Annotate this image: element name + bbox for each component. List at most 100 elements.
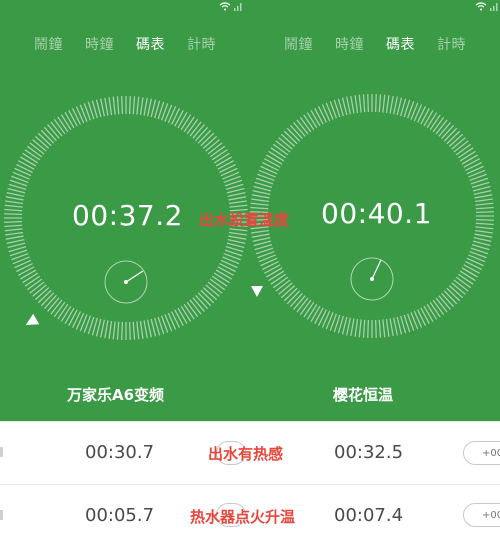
dial-tick (22, 152, 39, 164)
dial-tick (382, 319, 386, 338)
dial-tick (296, 297, 309, 313)
dial-tick (396, 316, 403, 335)
dial-tick (451, 282, 466, 295)
dial-tick (32, 139, 47, 152)
dial-tick (358, 94, 362, 113)
dial-tick (143, 320, 148, 339)
dial-tick (474, 194, 493, 199)
dial-tick (345, 317, 352, 336)
dial-tick (420, 107, 430, 125)
dial-tick (24, 149, 41, 161)
overlay-ignition-heating: 热水器点火升温 (190, 508, 296, 526)
elapsed-time: 00:40.1 (321, 197, 432, 230)
elapsed-time: 00:37.2 (72, 199, 183, 232)
dial-tick (461, 267, 478, 278)
lap-row: 00:05.7 热水器点火升温 00:07.4 +00 (0, 485, 500, 533)
dial-tick (289, 124, 303, 140)
dial-tick (71, 311, 81, 328)
dial-tick (24, 275, 41, 287)
dial-tick (202, 287, 218, 301)
dial-tick (314, 307, 324, 325)
dial-tick (459, 150, 476, 162)
dial-tick (392, 96, 399, 115)
dial-tick (121, 96, 124, 115)
dial-tick (189, 299, 202, 315)
dial-tick (40, 129, 55, 144)
dial-tick (226, 187, 245, 194)
dial-tick (217, 160, 235, 170)
dial-tick (306, 303, 318, 320)
play-triangle-icon[interactable] (251, 286, 263, 297)
dial-tick (374, 319, 377, 338)
dial-tick (228, 196, 247, 201)
dial-tick (177, 307, 188, 324)
dial-tick (317, 106, 327, 123)
dial-tick (60, 305, 72, 322)
dial-tick (50, 121, 63, 137)
dial-tick (34, 135, 50, 149)
dial-tick (438, 295, 451, 310)
dial-tick (270, 147, 287, 159)
lap-pill-right[interactable]: +00 (463, 503, 500, 527)
dial-tick (213, 152, 230, 164)
dial-tick (475, 222, 494, 226)
dial-tick (5, 200, 24, 205)
dial-tick (446, 287, 461, 302)
dial-tick (310, 110, 321, 127)
dial-tick (268, 270, 285, 282)
dial-tick (5, 235, 24, 240)
dial-tick (266, 267, 283, 278)
dial-tick (435, 297, 448, 313)
dial-tick (289, 292, 303, 308)
lap-time-right: 00:32.5 (334, 442, 404, 463)
dial-tick (200, 132, 215, 147)
dial-tick (217, 266, 235, 276)
dial-tick (177, 112, 188, 129)
dial-tick (4, 224, 23, 228)
dial-tick (136, 321, 140, 340)
dial-tick (293, 122, 306, 137)
dial-tick (43, 294, 57, 310)
dial-tick (345, 96, 352, 115)
dial-tick (108, 320, 113, 339)
dial-tick (272, 143, 289, 156)
dial-tick (429, 114, 441, 131)
dial-tick (205, 139, 220, 152)
dial-tick (317, 309, 327, 326)
lap-pill-right[interactable]: +00 (463, 441, 500, 465)
dial-tick (37, 132, 52, 147)
dial-tick (226, 242, 245, 249)
dial-tick (465, 161, 482, 171)
subdial-hand (371, 259, 382, 280)
dial-tick (253, 185, 272, 192)
dial-tick (229, 204, 248, 208)
dial-tick (174, 109, 184, 127)
dial-tick (219, 163, 236, 173)
edge-mark (0, 510, 3, 520)
dial-tick (457, 273, 474, 285)
dial-tick (426, 303, 438, 320)
dial-tick (4, 213, 23, 216)
dial-tick (455, 143, 472, 156)
dial-tick (112, 321, 116, 340)
dial-tick (95, 318, 102, 337)
dial-tick (474, 233, 493, 238)
dial-tick (367, 319, 370, 338)
dial-tick (252, 236, 271, 243)
dial-tick (438, 122, 451, 137)
dial-tick (209, 145, 226, 158)
dial-tick (443, 127, 458, 142)
dial-tick (251, 233, 270, 238)
dial-tick (303, 301, 315, 318)
dial-tick (95, 99, 102, 118)
dial-tick (341, 316, 348, 335)
dial-tick (432, 116, 445, 133)
dial-tick (417, 106, 427, 123)
dial-tick (57, 116, 69, 133)
dial-tick (280, 133, 296, 147)
dial-tick (283, 130, 298, 145)
edge-mark (0, 447, 3, 457)
dial-tick (128, 96, 131, 115)
dial-tick (57, 303, 69, 320)
dial-tick (472, 240, 491, 247)
